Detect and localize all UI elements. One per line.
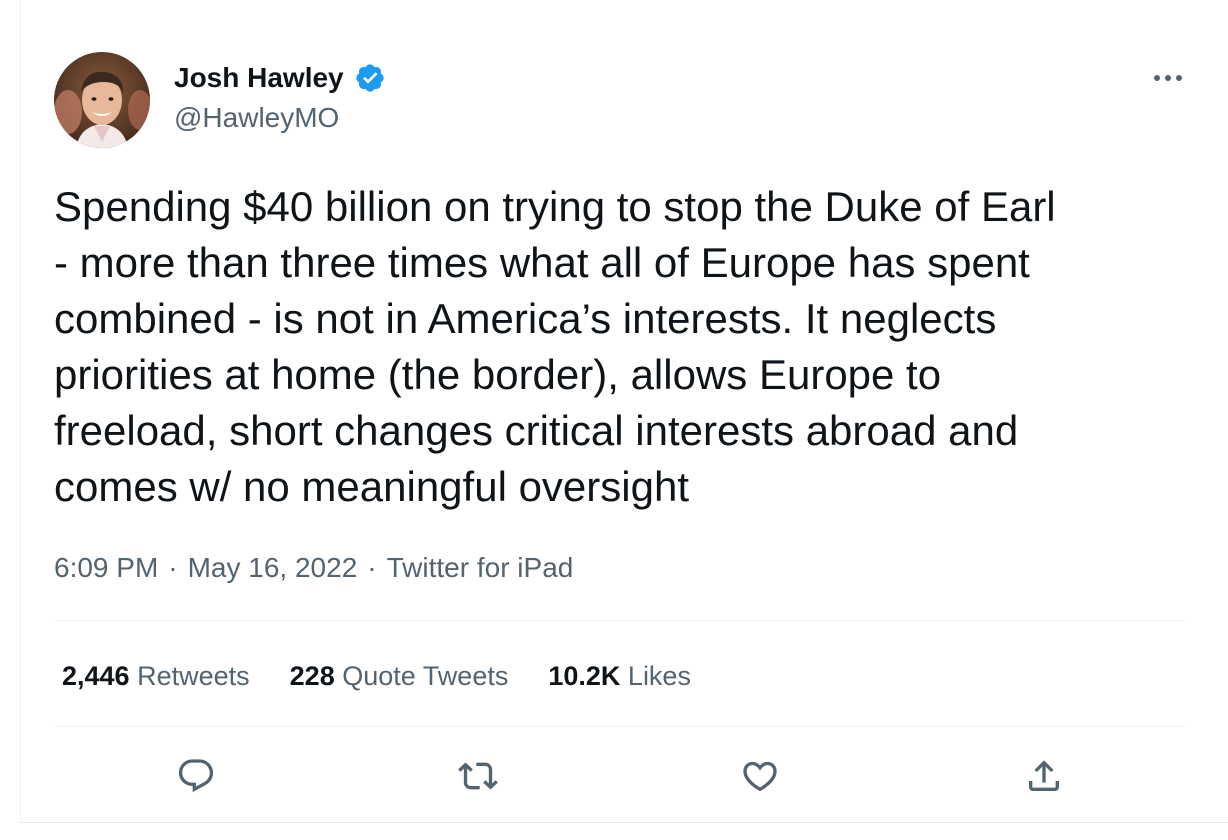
tweet-meta: 6:09 PM · May 16, 2022 · Twitter for iPad [54,550,573,586]
retweet-icon [458,762,498,790]
tweet-time[interactable]: 6:09 PM [54,552,158,583]
quote-tweets-label: Quote Tweets [342,661,509,691]
retweet-button[interactable] [456,754,500,798]
more-icon[interactable] [1148,64,1188,92]
verified-badge-icon [354,62,386,94]
more-dot [1176,75,1182,81]
quote-tweets-stat[interactable]: 228 Quote Tweets [290,658,509,694]
author-handle[interactable]: @HawleyMO [174,100,339,136]
like-icon [743,761,777,792]
card-border-left [20,0,21,822]
likes-count: 10.2K [548,661,621,691]
retweets-label: Retweets [137,661,250,691]
meta-separator: · [367,552,377,583]
likes-stat[interactable]: 10.2K Likes [548,658,691,694]
reply-button[interactable] [174,754,218,798]
more-dot [1154,75,1160,81]
divider-top [54,620,1186,621]
author-display-name[interactable]: Josh Hawley [174,60,344,96]
tweet-card: Josh Hawley @HawleyMO Spending $40 billi… [0,0,1228,840]
tweet-text: Spending $40 billion on trying to stop t… [54,183,1056,510]
retweets-count: 2,446 [62,661,130,691]
retweets-stat[interactable]: 2,446 Retweets [62,658,250,694]
avatar-image [54,52,150,148]
likes-label: Likes [627,661,691,691]
tweet-stats: 2,446 Retweets 228 Quote Tweets 10.2K Li… [62,658,731,694]
like-button[interactable] [738,754,782,798]
card-border-bottom [20,822,1228,823]
tweet-source[interactable]: Twitter for iPad [387,552,574,583]
share-icon [1029,760,1059,791]
quote-tweets-count: 228 [289,661,335,691]
reply-icon [178,759,214,793]
avatar[interactable] [54,52,150,148]
tweet-date[interactable]: May 16, 2022 [188,552,358,583]
share-button[interactable] [1022,754,1066,798]
divider-bottom [54,726,1186,727]
meta-separator: · [168,552,178,583]
more-dot [1165,75,1171,81]
